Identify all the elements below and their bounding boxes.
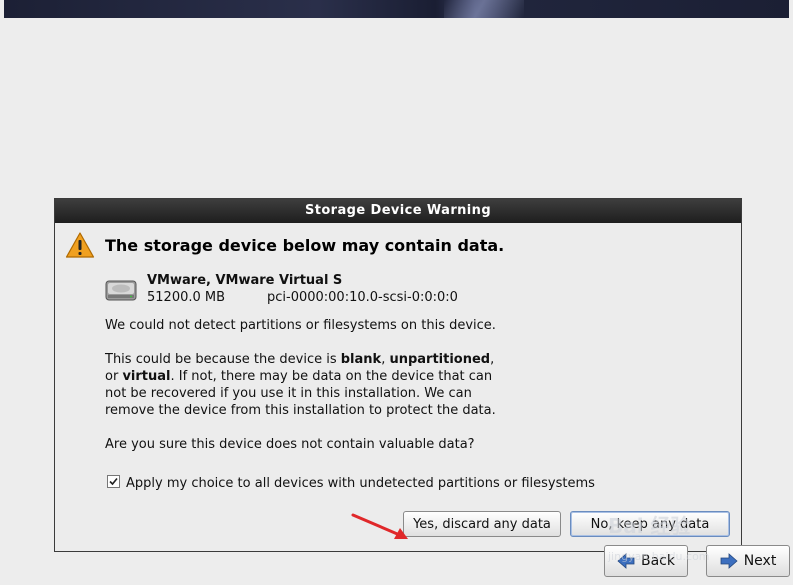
explanation-line-2: or virtual. If not, there may be data on… [105, 369, 493, 384]
yes-discard-button[interactable]: Yes, discard any data [403, 511, 561, 537]
explanation-line-3: not be recovered if you use it in this i… [105, 386, 472, 401]
annotation-arrow-icon [351, 513, 408, 539]
device-size: 51200.0 MB [147, 290, 226, 305]
checkmark-icon [109, 477, 118, 486]
explanation-line-1: This could be because the device is blan… [105, 352, 495, 367]
device-path: pci-0000:00:10.0-scsi-0:0:0:0 [267, 290, 458, 305]
device-name: VMware, VMware Virtual S [147, 273, 343, 288]
confirmation-question: Are you sure this device does not contai… [105, 437, 475, 452]
back-label: Back [641, 553, 675, 569]
back-arrow-icon [617, 553, 635, 569]
hard-disk-icon [105, 280, 137, 301]
back-button[interactable]: Back [604, 545, 688, 577]
storage-warning-dialog: Storage Device Warning The storage devic… [54, 198, 742, 552]
warning-headline: The storage device below may contain dat… [105, 236, 505, 255]
next-arrow-icon [720, 553, 738, 569]
no-keep-button[interactable]: No, keep any data [570, 511, 730, 537]
next-button[interactable]: Next [706, 545, 790, 577]
apply-all-checkbox-row[interactable]: Apply my choice to all devices with unde… [107, 475, 595, 492]
top-banner [4, 0, 789, 18]
dialog-title: Storage Device Warning [55, 199, 741, 223]
apply-all-label: Apply my choice to all devices with unde… [126, 476, 595, 491]
apply-all-checkbox[interactable] [107, 475, 120, 488]
next-label: Next [743, 553, 777, 569]
no-partitions-text: We could not detect partitions or filesy… [105, 318, 496, 333]
explanation-text: This could be because the device is blan… [105, 351, 496, 419]
explanation-line-4: remove the device from this installation… [105, 403, 496, 418]
warning-triangle-icon [65, 232, 95, 258]
banner-highlight [444, 0, 524, 18]
